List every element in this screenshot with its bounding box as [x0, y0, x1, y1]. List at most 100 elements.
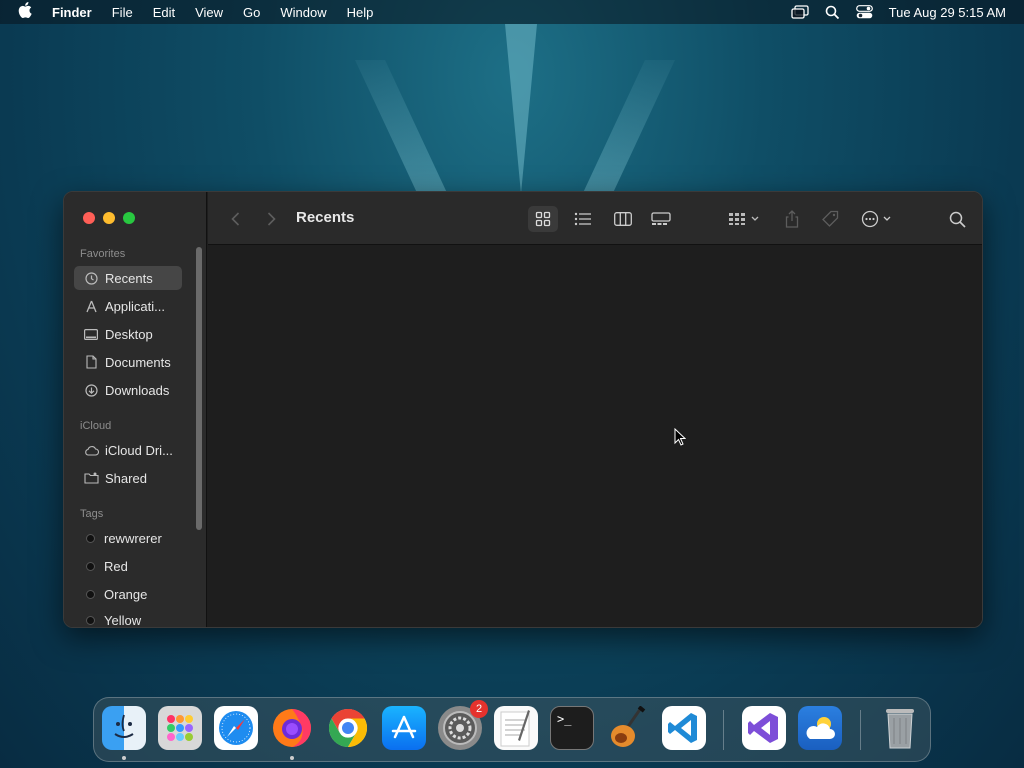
file-content-area[interactable] — [208, 246, 982, 627]
applications-icon — [83, 299, 99, 313]
menu-view[interactable]: View — [195, 5, 223, 20]
apple-menu-icon[interactable] — [18, 2, 38, 22]
sidebar-item-label: Orange — [104, 586, 148, 602]
document-icon — [83, 355, 99, 369]
close-button[interactable] — [83, 212, 95, 224]
safari-icon — [219, 711, 253, 745]
mouse-cursor-icon — [674, 427, 687, 451]
dock-safari[interactable] — [214, 706, 258, 750]
list-view-button[interactable] — [568, 206, 598, 232]
sidebar-scrollbar[interactable] — [196, 247, 202, 530]
cloud-icon — [83, 443, 99, 457]
sidebar-item-downloads[interactable]: Downloads — [74, 378, 182, 402]
sidebar-item-label: Desktop — [105, 326, 153, 342]
wallpaper-ray — [505, 24, 537, 194]
screen-mirroring-icon[interactable] — [791, 5, 809, 19]
finder-icon — [114, 714, 134, 738]
wallpaper-ray — [575, 60, 675, 210]
wallpaper-ray — [355, 60, 455, 210]
toolbar: Recents — [208, 192, 982, 245]
menu-edit[interactable]: Edit — [153, 5, 175, 20]
dock-separator — [860, 710, 861, 750]
icon-view-button[interactable] — [528, 206, 558, 232]
dock-chrome[interactable] — [326, 706, 370, 750]
firefox-icon — [273, 709, 311, 747]
clock-icon — [83, 271, 99, 285]
sidebar-item-shared[interactable]: Shared — [74, 466, 182, 490]
dock-visual-studio[interactable] — [742, 706, 786, 750]
sidebar-item-documents[interactable]: Documents — [74, 350, 182, 374]
vscode-icon — [668, 713, 697, 743]
more-actions-button[interactable] — [858, 206, 898, 232]
launchpad-icon — [167, 715, 193, 741]
sidebar-tag-rewwrerer[interactable]: rewwrerer — [74, 526, 182, 550]
sidebar-tag-yellow[interactable]: Yellow — [74, 610, 182, 628]
dock-garageband[interactable] — [606, 706, 650, 750]
back-button[interactable] — [226, 206, 244, 232]
sidebar: Favorites Recents Applicati... Desktop D… — [64, 192, 207, 627]
tag-dot-icon — [86, 615, 95, 625]
sidebar-item-label: Recents — [105, 270, 153, 286]
menu-help[interactable]: Help — [347, 5, 374, 20]
menu-bar: Finder File Edit View Go Window Help Tue… — [0, 0, 1024, 24]
share-button[interactable] — [780, 206, 804, 232]
textedit-icon — [500, 710, 530, 747]
sidebar-item-label: Shared — [105, 470, 147, 486]
sidebar-item-recents[interactable]: Recents — [74, 266, 182, 290]
dock-system-settings[interactable]: 2 — [438, 700, 488, 750]
menu-file[interactable]: File — [112, 5, 133, 20]
dock-app-store[interactable] — [382, 706, 426, 750]
search-button[interactable] — [944, 206, 970, 232]
trash-icon — [886, 709, 914, 749]
sidebar-section-tags: Tags — [80, 508, 104, 520]
menu-window[interactable]: Window — [280, 5, 326, 20]
sidebar-item-applications[interactable]: Applicati... — [74, 294, 182, 318]
spotlight-search-icon[interactable] — [825, 5, 840, 20]
sidebar-item-icloud-drive[interactable]: iCloud Dri... — [74, 438, 182, 462]
sidebar-item-label: Yellow — [104, 612, 142, 628]
dock-textedit[interactable] — [494, 706, 538, 750]
sidebar-item-label: iCloud Dri... — [105, 442, 173, 458]
column-view-button[interactable] — [608, 206, 638, 232]
sidebar-item-label: Documents — [105, 354, 171, 370]
window-controls — [83, 212, 143, 224]
dock-launchpad[interactable] — [158, 706, 202, 750]
sidebar-item-label: Applicati... — [105, 298, 165, 314]
sidebar-item-desktop[interactable]: Desktop — [74, 322, 182, 346]
dock: 2 >_ — [93, 697, 931, 762]
dock-vscode[interactable] — [662, 706, 706, 750]
tag-dot-icon — [86, 561, 95, 571]
tag-button[interactable] — [818, 206, 842, 232]
dock-terminal[interactable]: >_ — [550, 706, 594, 750]
group-by-button[interactable] — [724, 206, 764, 232]
shared-folder-icon — [83, 471, 99, 485]
running-indicator — [122, 756, 126, 760]
finder-window: Favorites Recents Applicati... Desktop D… — [63, 191, 983, 628]
sidebar-item-label: Red — [104, 558, 128, 574]
menu-go[interactable]: Go — [243, 5, 260, 20]
dock-separator — [723, 710, 724, 750]
visual-studio-icon — [748, 713, 778, 743]
chrome-icon — [328, 708, 368, 748]
minimize-button[interactable] — [103, 212, 115, 224]
dock-weather[interactable] — [798, 706, 842, 750]
zoom-button[interactable] — [123, 212, 135, 224]
sidebar-item-label: rewwrerer — [104, 530, 162, 546]
gallery-view-button[interactable] — [646, 206, 676, 232]
download-icon — [83, 383, 99, 397]
tag-dot-icon — [86, 533, 95, 543]
sidebar-tag-orange[interactable]: Orange — [74, 582, 182, 606]
dock-finder[interactable] — [102, 706, 146, 750]
dock-firefox[interactable] — [270, 706, 314, 750]
forward-button[interactable] — [262, 206, 280, 232]
menu-bar-clock[interactable]: Tue Aug 29 5:15 AM — [889, 5, 1006, 20]
control-center-icon[interactable] — [855, 5, 873, 19]
window-title: Recents — [296, 209, 355, 226]
sidebar-tag-red[interactable]: Red — [74, 554, 182, 578]
desktop-icon — [83, 327, 99, 341]
menu-app-name[interactable]: Finder — [52, 5, 92, 20]
running-indicator — [290, 756, 294, 760]
sidebar-section-favorites: Favorites — [80, 248, 126, 260]
guitar-icon — [611, 706, 646, 747]
dock-trash[interactable] — [878, 706, 922, 750]
